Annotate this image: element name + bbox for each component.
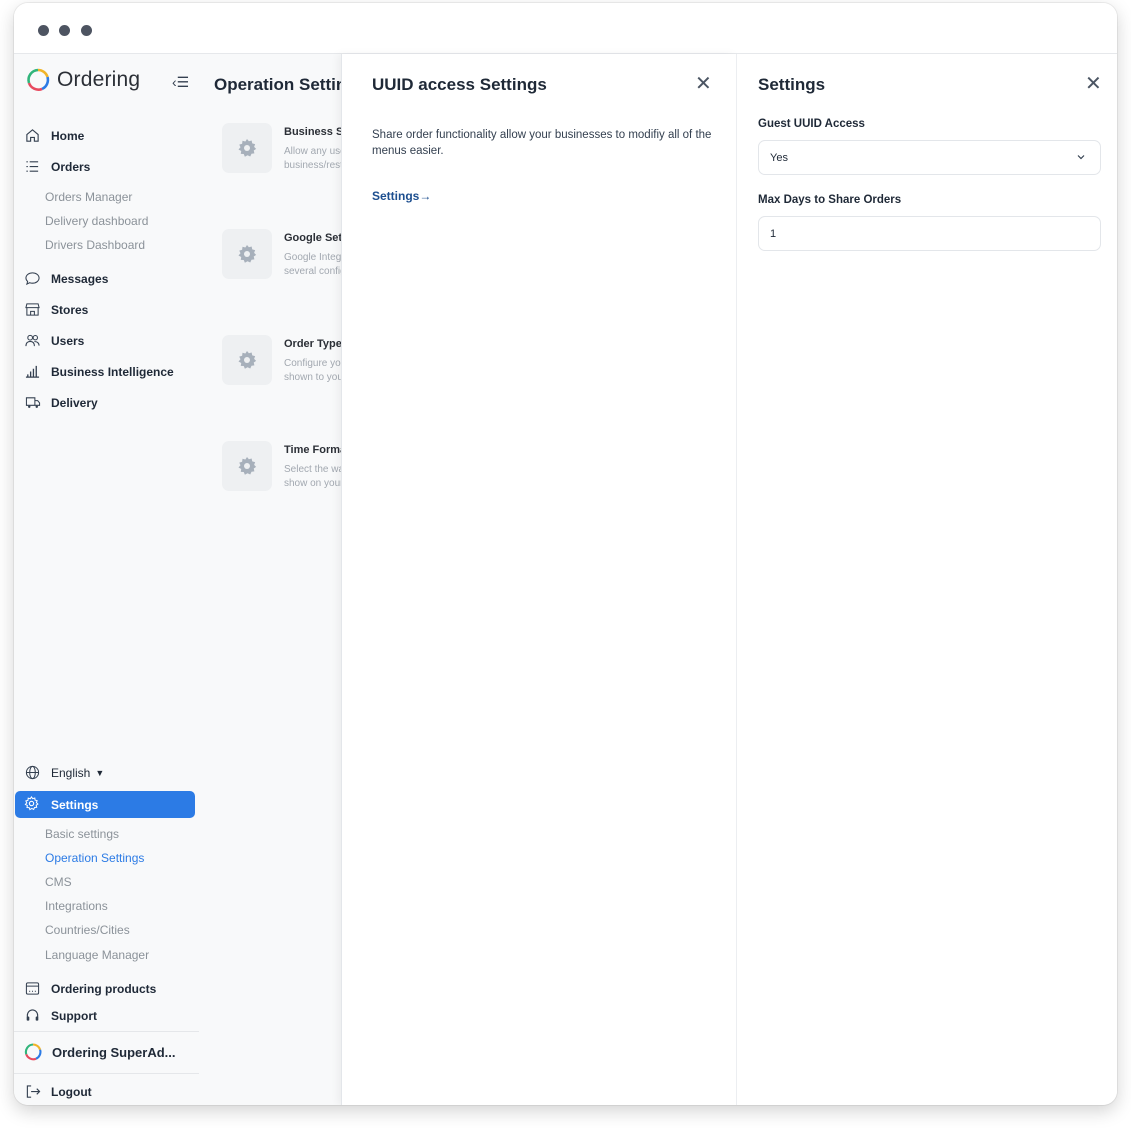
chat-icon bbox=[24, 270, 41, 287]
settings-link[interactable]: Settings→ bbox=[372, 189, 431, 203]
panel-title: Settings bbox=[758, 75, 826, 94]
caret-down-icon: ▼ bbox=[95, 767, 105, 778]
close-icon[interactable]: ✕ bbox=[1085, 74, 1102, 94]
sidebar-item-users[interactable]: Users bbox=[24, 332, 84, 349]
sidebar-sub-orders-manager[interactable]: Orders Manager bbox=[45, 190, 132, 204]
window-minimize-dot[interactable] bbox=[59, 25, 70, 36]
close-icon[interactable]: ✕ bbox=[695, 74, 712, 94]
max-days-value: 1 bbox=[770, 227, 777, 240]
sidebar-item-label: Stores bbox=[51, 302, 89, 317]
logout-label: Logout bbox=[51, 1084, 92, 1099]
setting-card-icon[interactable] bbox=[222, 123, 272, 173]
setting-card-icon[interactable] bbox=[222, 229, 272, 279]
sidebar-item-label: Orders bbox=[51, 159, 91, 174]
setting-desc: Allow any user bbox=[284, 146, 341, 157]
home-icon bbox=[24, 127, 41, 144]
bar-chart-icon bbox=[24, 363, 41, 380]
account-menu[interactable]: Ordering SuperAd... bbox=[24, 1043, 176, 1061]
gear-icon bbox=[238, 351, 257, 369]
chevron-down-icon bbox=[1077, 155, 1085, 160]
sidebar-item-stores[interactable]: Stores bbox=[24, 301, 88, 318]
max-days-input[interactable]: 1 bbox=[758, 216, 1101, 251]
sidebar-item-label: Delivery bbox=[51, 395, 98, 410]
sidebar-sub-basic-settings[interactable]: Basic settings bbox=[45, 827, 119, 841]
language-selector[interactable]: English ▼ bbox=[24, 764, 104, 781]
setting-title[interactable]: Order Type bbox=[284, 338, 341, 350]
uuid-access-panel: UUID access Settings ✕ Share order funct… bbox=[341, 54, 736, 1105]
setting-desc: Configure your bbox=[284, 358, 341, 369]
setting-title[interactable]: Google Settings bbox=[284, 232, 341, 244]
sidebar-divider bbox=[14, 1031, 199, 1032]
panel-title: UUID access Settings bbox=[372, 75, 547, 94]
guest-uuid-select[interactable]: Yes bbox=[758, 140, 1101, 175]
sidebar-item-label: Support bbox=[51, 1008, 97, 1023]
sidebar-sub-language-manager[interactable]: Language Manager bbox=[45, 948, 149, 962]
truck-icon bbox=[24, 394, 41, 411]
sidebar-divider bbox=[14, 1073, 199, 1074]
sidebar-item-messages[interactable]: Messages bbox=[24, 270, 108, 287]
sidebar: Ordering ‹☰ Home Orders Orders Manager D… bbox=[14, 54, 199, 1105]
setting-desc: business/restaurant bbox=[284, 160, 341, 171]
page-title: Operation Settings bbox=[214, 75, 341, 94]
window-titlebar bbox=[14, 3, 1117, 54]
ordering-logo-icon bbox=[24, 1043, 42, 1061]
window-maximize-dot[interactable] bbox=[81, 25, 92, 36]
setting-desc: shown to your bbox=[284, 372, 341, 383]
setting-desc: Google Integration bbox=[284, 252, 341, 263]
setting-card-icon[interactable] bbox=[222, 335, 272, 385]
headset-icon bbox=[24, 1007, 41, 1024]
store-front-icon bbox=[24, 980, 41, 997]
sidebar-item-label: Settings bbox=[51, 797, 99, 812]
max-days-label: Max Days to Share Orders bbox=[758, 194, 902, 206]
panel-description: Share order functionality allow your bus… bbox=[372, 129, 712, 157]
sidebar-sub-integrations[interactable]: Integrations bbox=[45, 899, 108, 913]
sidebar-item-settings[interactable]: Settings bbox=[15, 791, 195, 818]
sidebar-sub-operation-settings[interactable]: Operation Settings bbox=[45, 851, 144, 865]
brand-logo[interactable]: Ordering bbox=[26, 68, 140, 92]
sidebar-item-label: Home bbox=[51, 128, 85, 143]
sidebar-sub-countries-cities[interactable]: Countries/Cities bbox=[45, 923, 130, 937]
ordering-logo-icon bbox=[27, 68, 50, 91]
gear-icon bbox=[238, 457, 257, 475]
sidebar-item-label: Users bbox=[51, 333, 85, 348]
list-icon bbox=[24, 158, 41, 175]
setting-title[interactable]: Business Settings bbox=[284, 126, 341, 138]
sidebar-item-label: Ordering products bbox=[51, 981, 157, 996]
setting-desc: Select the way bbox=[284, 464, 341, 475]
settings-panel: Settings ✕ Guest UUID Access Yes Max Day… bbox=[736, 54, 1117, 1105]
collapse-sidebar-icon[interactable]: ‹☰ bbox=[172, 74, 189, 91]
sidebar-item-label: Business Intelligence bbox=[51, 364, 174, 379]
sidebar-item-home[interactable]: Home bbox=[24, 127, 84, 144]
setting-desc: several configurations bbox=[284, 266, 341, 277]
guest-uuid-label: Guest UUID Access bbox=[758, 118, 865, 130]
globe-icon bbox=[24, 764, 41, 781]
browser-window: Ordering ‹☰ Home Orders Orders Manager D… bbox=[14, 3, 1117, 1105]
users-icon bbox=[24, 332, 41, 349]
account-name: Ordering SuperAd... bbox=[52, 1044, 176, 1060]
operation-settings-list: Operation Settings Business Settings All… bbox=[199, 54, 341, 1105]
setting-desc: show on your bbox=[284, 478, 341, 489]
sidebar-item-support[interactable]: Support bbox=[24, 1007, 97, 1024]
sidebar-sub-delivery-dashboard[interactable]: Delivery dashboard bbox=[45, 214, 148, 228]
gear-icon bbox=[238, 139, 257, 157]
sidebar-item-delivery[interactable]: Delivery bbox=[24, 394, 98, 411]
brand-name: Ordering bbox=[57, 68, 141, 91]
sidebar-item-ordering-products[interactable]: Ordering products bbox=[24, 980, 156, 997]
logout-button[interactable]: Logout bbox=[24, 1083, 92, 1100]
setting-card-icon[interactable] bbox=[222, 441, 272, 491]
sidebar-item-label: Messages bbox=[51, 271, 109, 286]
language-label: English bbox=[51, 765, 91, 780]
setting-title[interactable]: Time Format bbox=[284, 444, 341, 456]
gear-icon bbox=[238, 245, 257, 263]
window-close-dot[interactable] bbox=[38, 25, 49, 36]
sidebar-sub-drivers-dashboard[interactable]: Drivers Dashboard bbox=[45, 238, 145, 252]
sidebar-item-business-intelligence[interactable]: Business Intelligence bbox=[24, 363, 174, 380]
store-icon bbox=[24, 301, 41, 318]
sidebar-item-orders[interactable]: Orders bbox=[24, 158, 90, 175]
sidebar-sub-cms[interactable]: CMS bbox=[45, 875, 72, 889]
app-body: Ordering ‹☰ Home Orders Orders Manager D… bbox=[14, 54, 1117, 1105]
guest-uuid-value: Yes bbox=[770, 151, 788, 164]
gear-icon bbox=[24, 796, 41, 813]
logout-icon bbox=[24, 1083, 41, 1100]
